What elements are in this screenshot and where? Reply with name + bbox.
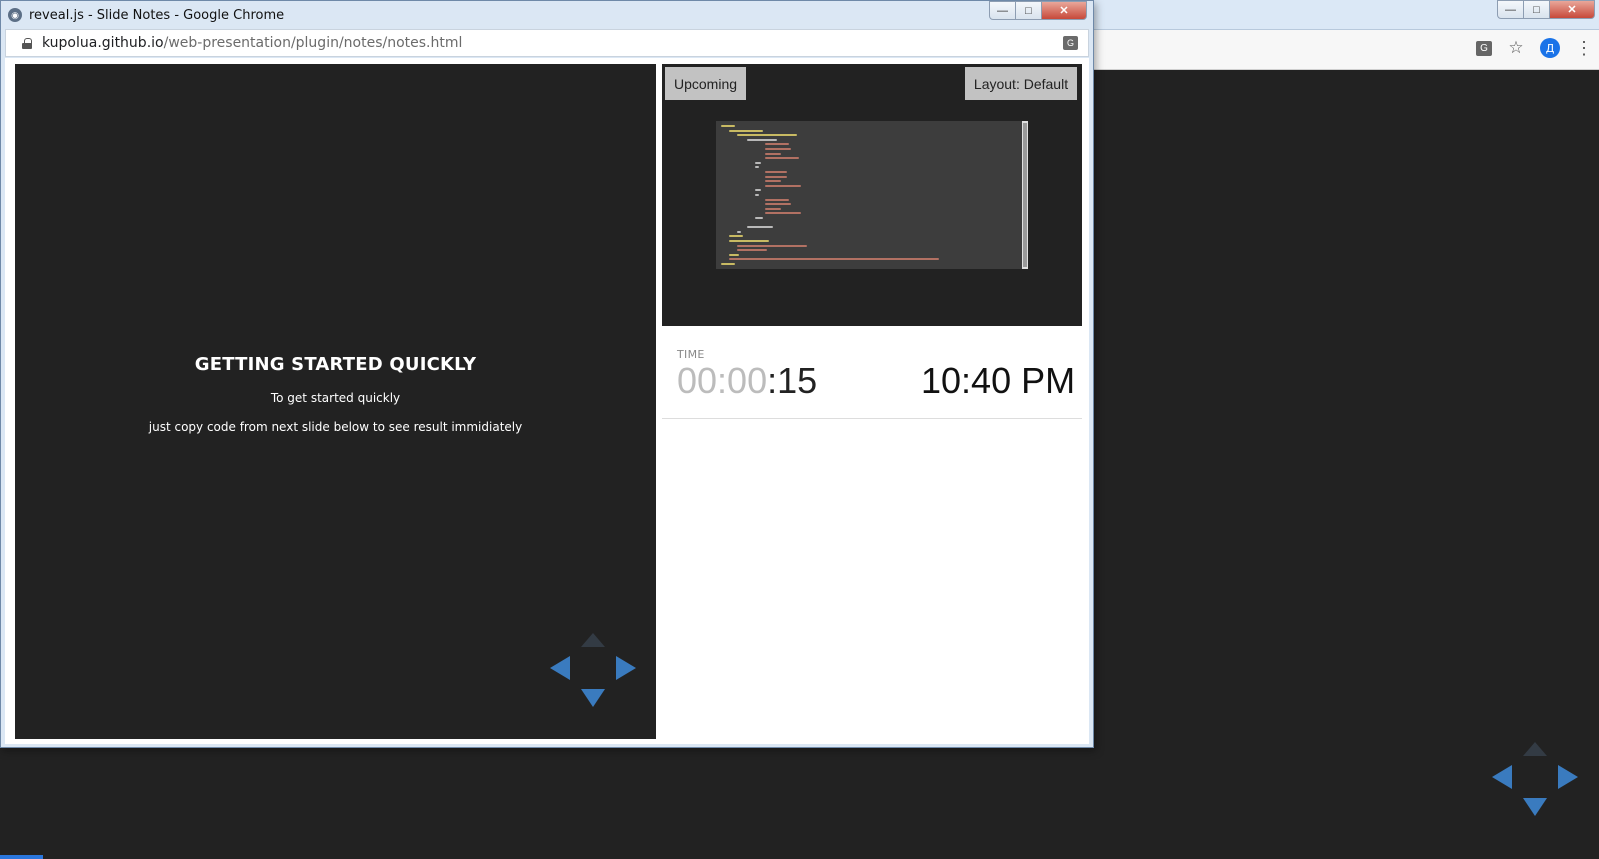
maximize-button[interactable]: □ (1015, 1, 1042, 20)
popup-titlebar: ◉ reveal.js - Slide Notes - Google Chrom… (1, 1, 1093, 29)
star-icon[interactable]: ☆ (1506, 38, 1526, 58)
slide-notes-window: ◉ reveal.js - Slide Notes - Google Chrom… (0, 0, 1094, 748)
code-line (729, 240, 769, 242)
code-line (729, 253, 739, 256)
code-line (765, 198, 789, 201)
background-maximize-button[interactable]: □ (1523, 0, 1550, 19)
preview-scrollbar-thumb[interactable] (1023, 123, 1027, 267)
nav-right-arrow[interactable] (616, 656, 636, 680)
code-line (747, 138, 777, 141)
code-line (765, 143, 789, 146)
code-line (765, 148, 791, 150)
upcoming-slide-preview[interactable] (716, 121, 1028, 269)
background-minimize-button[interactable]: — (1497, 0, 1524, 19)
code-line (765, 212, 801, 215)
code-line (765, 180, 781, 183)
code-line (755, 189, 761, 192)
layout-selector-button[interactable]: Layout: Default (965, 67, 1077, 100)
background-close-button[interactable]: ✕ (1549, 0, 1595, 19)
background-toolbar-icons: G ☆ Д ⋮ (1476, 38, 1594, 58)
nav-left-arrow[interactable] (1492, 765, 1512, 789)
code-line (729, 129, 763, 132)
divider (662, 418, 1082, 419)
slide-text-line: just copy code from next slide below to … (148, 420, 523, 434)
code-line (765, 152, 781, 155)
timer-hours-minutes: 00:00 (677, 360, 768, 401)
slide-title: GETTING STARTED QUICKLY (194, 354, 477, 375)
code-line (765, 207, 781, 210)
address-bar[interactable]: kupolua.github.io/web-presentation/plugi… (5, 29, 1089, 57)
nav-right-arrow[interactable] (1558, 765, 1578, 789)
presentation-progress-bar (0, 855, 43, 859)
code-line (729, 235, 743, 238)
code-line (729, 258, 939, 261)
nav-down-arrow[interactable] (1523, 798, 1547, 816)
code-line (747, 226, 773, 229)
nav-up-arrow (581, 633, 605, 647)
speaker-notes-view: GETTING STARTED QUICKLY To get started q… (5, 58, 1089, 744)
window-title: reveal.js - Slide Notes - Google Chrome (29, 7, 285, 23)
code-line (721, 125, 735, 127)
code-line (765, 184, 801, 187)
code-line (755, 161, 761, 164)
translate-icon[interactable]: G (1476, 40, 1492, 56)
url-host[interactable]: kupolua.github.io (42, 35, 164, 51)
code-line (765, 171, 787, 173)
popup-window-controls: — □ ✕ (989, 1, 1087, 20)
nav-down-arrow[interactable] (581, 689, 605, 707)
current-slide: GETTING STARTED QUICKLY To get started q… (15, 64, 656, 739)
elapsed-timer[interactable]: 00:00:15 (677, 360, 817, 402)
code-line (755, 217, 763, 219)
slide-navigation-controls (550, 633, 636, 707)
profile-avatar[interactable]: Д (1540, 38, 1560, 58)
timer-seconds: :15 (767, 360, 818, 401)
nav-left-arrow[interactable] (550, 656, 570, 680)
clock: 10:40 PM (921, 360, 1076, 401)
nav-up-arrow (1523, 742, 1547, 756)
minimize-button[interactable]: — (989, 1, 1016, 20)
upcoming-slide-panel: Upcoming Layout: Default (662, 64, 1082, 326)
preview-scrollbar[interactable] (1022, 121, 1028, 269)
code-line (765, 203, 791, 206)
background-window-controls: — □ ✕ (1497, 0, 1595, 19)
chrome-favicon-icon: ◉ (8, 8, 22, 22)
background-slide-navigation (1492, 742, 1578, 816)
code-line (737, 134, 797, 137)
code-line (737, 249, 767, 252)
code-line (721, 263, 735, 265)
code-line (737, 230, 741, 233)
translate-icon[interactable]: G (1063, 36, 1078, 50)
url-path[interactable]: /web-presentation/plugin/notes/notes.htm… (164, 35, 463, 51)
slide-text-line: To get started quickly (270, 391, 401, 405)
menu-icon[interactable]: ⋮ (1574, 38, 1594, 58)
code-line (765, 175, 787, 178)
lock-icon[interactable] (22, 37, 32, 49)
close-button[interactable]: ✕ (1041, 1, 1087, 20)
code-line (755, 194, 759, 196)
upcoming-label: Upcoming (665, 67, 746, 100)
code-line (755, 166, 759, 169)
code-line (765, 157, 799, 160)
code-line (737, 244, 807, 247)
